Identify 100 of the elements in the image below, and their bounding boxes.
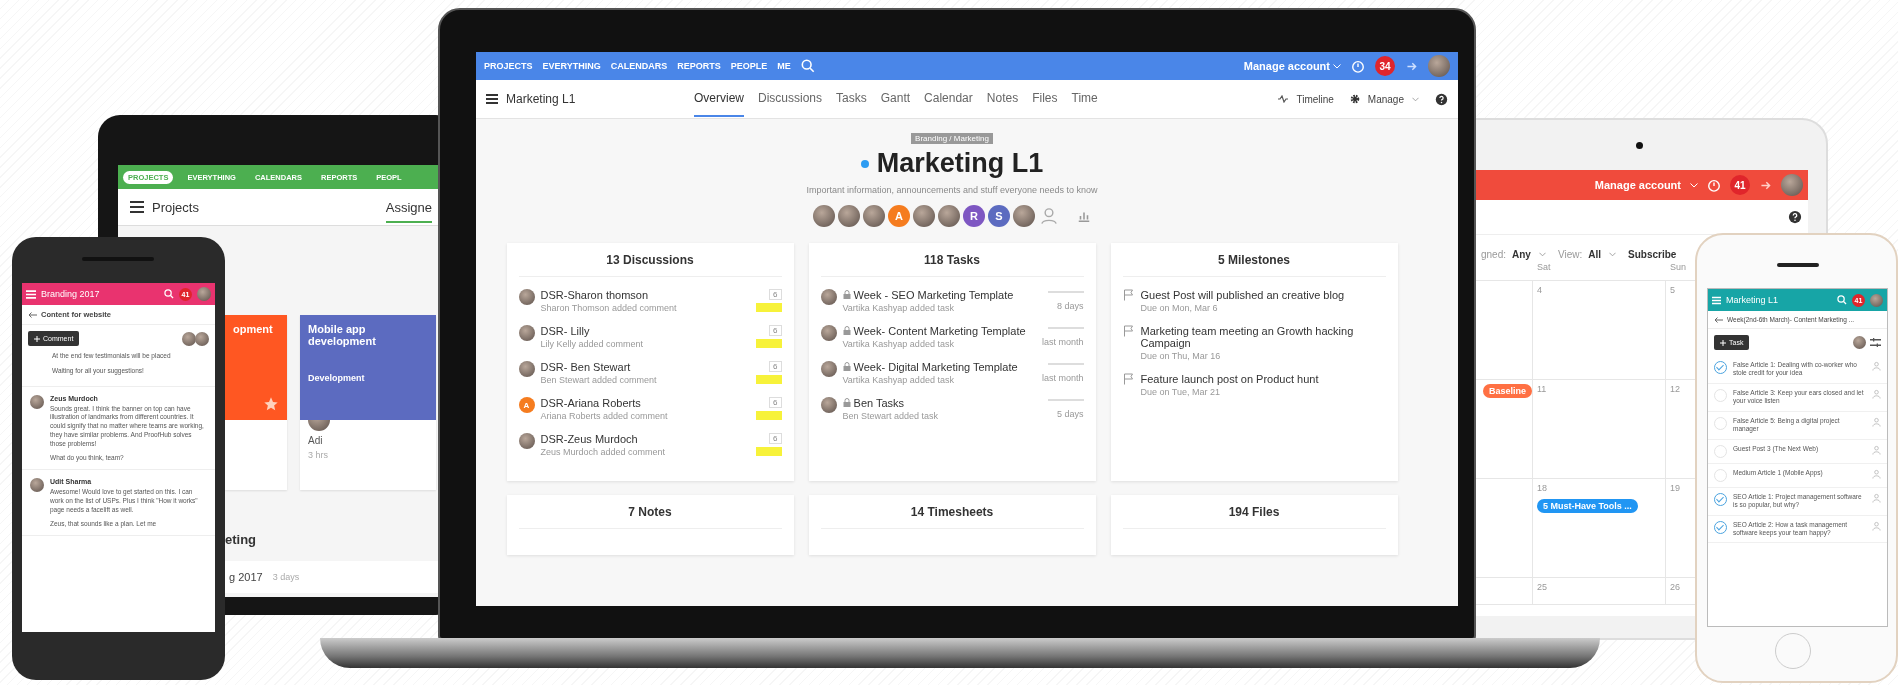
card-title[interactable]: 7 Notes xyxy=(518,495,782,529)
user-icon[interactable] xyxy=(1872,388,1881,399)
user-icon[interactable] xyxy=(1872,520,1881,531)
flag-icon xyxy=(1122,325,1135,337)
avatar-photo-placeholder[interactable] xyxy=(1781,174,1803,196)
user-icon[interactable] xyxy=(1872,468,1881,479)
time-ago: last month xyxy=(1041,337,1084,347)
page-title: Projects xyxy=(152,199,199,215)
view-tab[interactable]: Assigne xyxy=(385,191,432,223)
card-title[interactable]: 14 Timesheets xyxy=(820,495,1084,529)
letter-avatar: A xyxy=(518,397,535,413)
milestone-title[interactable]: Marketing team meeting an Growth hacking Campaign xyxy=(1140,325,1386,349)
task-list-title[interactable]: Week- Content Marketing Template xyxy=(842,325,1036,337)
avatar-photo-placeholder xyxy=(30,478,44,493)
time-ago: last month xyxy=(1041,373,1084,383)
project-row[interactable]: g 2017 3 days xyxy=(225,561,438,593)
manage-menu[interactable]: Manage xyxy=(1367,93,1404,105)
avatar-photo-placeholder[interactable] xyxy=(1870,293,1883,307)
task-list-title[interactable]: Week - SEO Marketing Template xyxy=(842,289,1042,301)
task-list-title[interactable]: Week- Digital Marketing Template xyxy=(842,361,1036,373)
back-arrow-icon[interactable] xyxy=(28,311,37,318)
user-icon[interactable] xyxy=(1872,444,1881,455)
activity-text: Vartika Kashyap added task xyxy=(842,339,955,349)
lock-icon xyxy=(842,362,851,371)
project-title: opment xyxy=(233,323,274,335)
task-list-title[interactable]: Ben Tasks xyxy=(842,397,1042,409)
discussion-title[interactable]: DSR-Zeus Murdoch xyxy=(540,433,750,445)
discussion-title[interactable]: DSR-Ariana Roberts xyxy=(540,397,750,409)
milestone-title[interactable]: Feature launch post on Product hunt xyxy=(1140,373,1386,385)
tab[interactable]: Gantt xyxy=(880,81,911,117)
avatar-photo-placeholder[interactable] xyxy=(197,287,211,301)
chevron-down-icon[interactable] xyxy=(1538,252,1546,257)
project-card[interactable]: Mobile app development Development Adi 3 hrs xyxy=(300,315,436,490)
pulse-icon[interactable] xyxy=(1278,95,1289,103)
lock-icon xyxy=(842,326,851,335)
filter-dropdown[interactable]: Any xyxy=(1512,249,1531,260)
nav-link[interactable]: CALENDARS xyxy=(610,61,668,71)
help-icon[interactable] xyxy=(1788,210,1802,224)
nav-link[interactable]: PEOPLE xyxy=(730,61,768,71)
menu-icon[interactable] xyxy=(130,201,144,213)
status-dot xyxy=(860,159,869,168)
plus-icon xyxy=(34,335,40,342)
notification-badge[interactable]: 34 xyxy=(1375,56,1395,76)
activity-text: Vartika Kashyap added task xyxy=(842,375,955,385)
tab[interactable]: Calendar xyxy=(924,81,973,117)
tab[interactable]: Time xyxy=(1071,81,1098,117)
menu-icon[interactable] xyxy=(486,94,498,104)
subscribe-link[interactable]: Subscribe xyxy=(1628,249,1677,260)
avatar-photo-placeholder[interactable] xyxy=(1428,55,1450,77)
help-icon[interactable] xyxy=(1435,92,1448,106)
discussion-title[interactable]: DSR- Lilly xyxy=(540,325,750,337)
tab[interactable]: Discussions xyxy=(758,81,823,117)
tab[interactable]: Tasks xyxy=(836,81,867,117)
user-icon[interactable] xyxy=(1872,492,1881,503)
account-menu[interactable]: Manage account xyxy=(1594,179,1681,191)
project-description: Important information, announcements and stuff everyone needs to know xyxy=(806,185,1098,195)
discussion-title[interactable]: DSR- Ben Stewart xyxy=(540,361,750,373)
card-title[interactable]: 118 Tasks xyxy=(820,243,1084,277)
search-icon[interactable] xyxy=(164,289,174,299)
activity-text: Ben Stewart added comment xyxy=(540,375,658,385)
lock-icon xyxy=(842,398,851,407)
timeline-button[interactable]: Timeline xyxy=(1296,93,1334,105)
discussion-title[interactable]: DSR-Sharon thomson xyxy=(540,289,750,301)
date-number: 25 xyxy=(1537,582,1547,592)
chevron-down-icon[interactable] xyxy=(1609,252,1616,257)
chevron-down-icon[interactable] xyxy=(1412,96,1419,102)
tab[interactable]: Files xyxy=(1032,81,1058,117)
card-title[interactable]: 13 Discussions xyxy=(518,243,782,277)
back-arrow-icon[interactable] xyxy=(1714,316,1723,323)
account-menu[interactable]: Manage account xyxy=(1243,60,1330,72)
milestone-title[interactable]: Guest Post will published an creative blog xyxy=(1140,289,1386,301)
avatar-photo-placeholder xyxy=(913,205,935,227)
timer-icon[interactable] xyxy=(1707,178,1721,192)
star-icon[interactable] xyxy=(263,396,279,412)
activity-text: Ben Stewart added task xyxy=(842,411,940,421)
user-icon[interactable] xyxy=(1872,361,1881,371)
avatar-photo-placeholder xyxy=(518,361,535,377)
time-estimate: 3 hrs xyxy=(308,450,329,460)
card-title[interactable]: 194 Files xyxy=(1122,495,1386,529)
search-icon[interactable] xyxy=(1837,295,1847,305)
card-title[interactable]: 5 Milestones xyxy=(1122,243,1386,277)
project-name: g 2017 xyxy=(229,571,263,583)
gear-icon[interactable] xyxy=(1349,94,1360,104)
nav-link[interactable]: REPORTS xyxy=(677,61,721,71)
nav-link[interactable]: EVERYTHING xyxy=(542,61,601,71)
nav-link[interactable]: PROJECTS xyxy=(484,61,533,71)
user-icon[interactable] xyxy=(1872,416,1881,427)
avatar-photo-placeholder xyxy=(30,394,44,409)
time-ago: 3 days xyxy=(272,572,300,582)
tab[interactable]: Notes xyxy=(986,81,1019,117)
filter-dropdown[interactable]: All xyxy=(1588,249,1601,260)
filter-icon[interactable] xyxy=(1870,337,1881,348)
tab[interactable]: Overview xyxy=(694,81,744,117)
time-ago: 8 days xyxy=(1056,301,1084,311)
notification-badge[interactable]: 41 xyxy=(1730,175,1750,195)
date-number: 5 xyxy=(1670,285,1675,295)
search-icon[interactable] xyxy=(800,59,815,73)
timer-icon[interactable] xyxy=(1351,59,1365,73)
comment-count: 6 xyxy=(769,289,782,300)
nav-link[interactable]: ME xyxy=(777,61,791,71)
